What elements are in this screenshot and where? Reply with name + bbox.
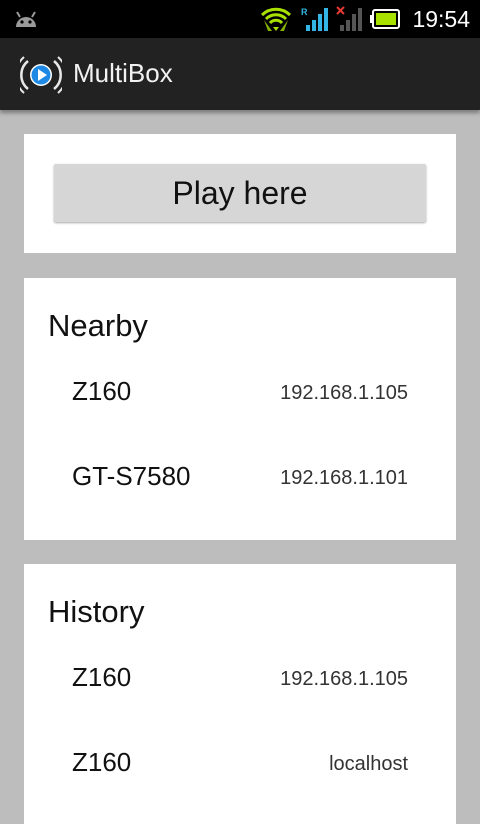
device-address: 192.168.1.105 (280, 668, 408, 690)
history-device-row[interactable]: Z160 localhost (24, 733, 456, 817)
android-debug-icon (14, 9, 38, 34)
device-address: localhost (329, 753, 408, 775)
device-name: Z160 (72, 662, 132, 692)
wifi-icon (260, 6, 292, 32)
device-name: Z160 (72, 376, 132, 406)
roaming-letter: R (301, 7, 308, 17)
battery-icon (370, 9, 401, 29)
device-name: Z160 (72, 747, 132, 777)
app-title: MultiBox (73, 58, 173, 88)
device-name: GT-S7580 (72, 461, 191, 491)
play-here-button[interactable]: Play here (54, 164, 426, 222)
action-bar: MultiBox (0, 38, 480, 110)
history-title: History (48, 594, 145, 629)
history-device-row[interactable]: Z160 192.168.1.105 (24, 648, 456, 732)
status-icons: R 19:54 (260, 5, 470, 33)
nearby-device-row[interactable]: GT-S7580 192.168.1.101 (24, 447, 456, 531)
status-clock: 19:54 (412, 5, 470, 32)
nearby-card: Nearby Z160 192.168.1.105 GT-S7580 192.1… (24, 278, 456, 540)
device-address: 192.168.1.101 (280, 467, 408, 489)
multibox-logo-icon[interactable] (14, 55, 68, 95)
history-card: History Z160 192.168.1.105 Z160 localhos… (24, 564, 456, 824)
nearby-device-row[interactable]: Z160 192.168.1.105 (24, 362, 456, 446)
play-card: Play here (24, 134, 456, 253)
no-signal-icon (336, 6, 363, 32)
nearby-title: Nearby (48, 308, 148, 343)
roaming-signal-icon: R (300, 6, 329, 32)
device-address: 192.168.1.105 (280, 382, 408, 404)
status-bar: R 19:54 (0, 0, 480, 38)
